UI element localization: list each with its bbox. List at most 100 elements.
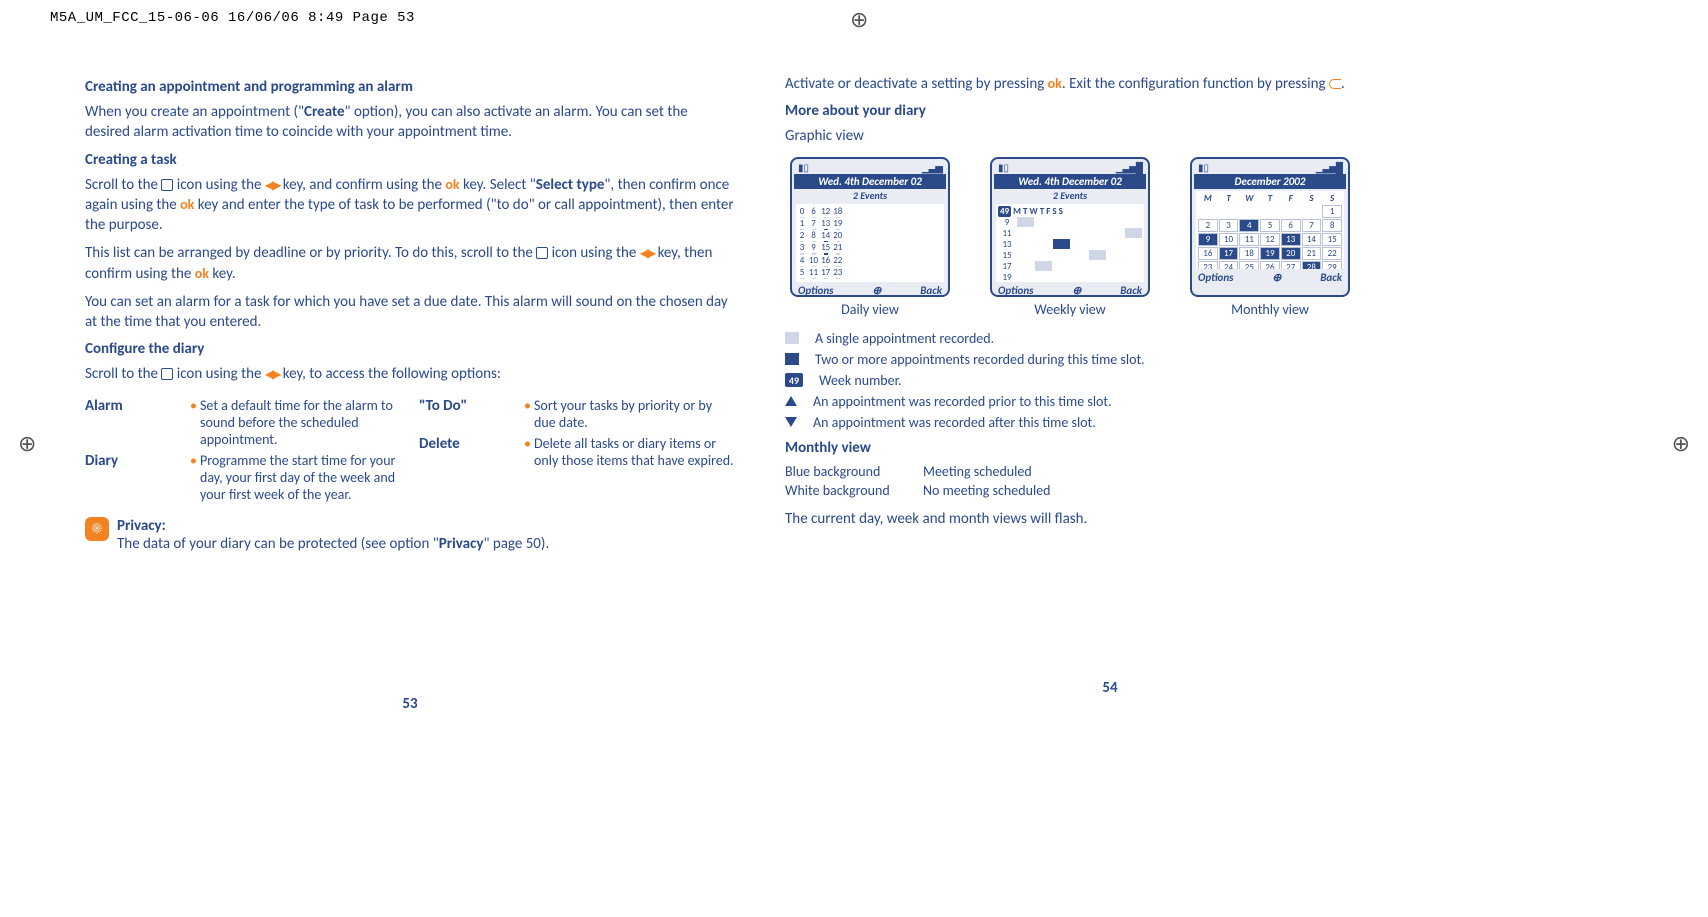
kv-val: Meeting scheduled bbox=[923, 463, 1032, 480]
privacy-tip: ☀ Privacy: The data of your diary can be… bbox=[85, 517, 735, 553]
legend: A single appointment recorded. Two or mo… bbox=[785, 330, 1435, 431]
text-bold: Select type bbox=[536, 176, 605, 194]
screen-title: December 2002 bbox=[1194, 174, 1346, 189]
signal-icon: ▁▃▅█ bbox=[1116, 161, 1142, 174]
option-body: Delete all tasks or diary items or only … bbox=[524, 435, 735, 469]
screen-title: Wed. 4th December 02 bbox=[794, 174, 946, 189]
phone-screenshot: ▮▯▁▃▅█ Wed. 4th December 02 2 Events 49M… bbox=[990, 157, 1150, 297]
nav-icon: ⊕ bbox=[1272, 271, 1281, 284]
legend-text: A single appointment recorded. bbox=[815, 330, 994, 347]
softkey-back: Back bbox=[1320, 271, 1342, 284]
ok-key-icon: ok bbox=[1048, 75, 1062, 92]
heading-creating-task: Creating a task bbox=[85, 151, 735, 169]
softkey-options: Options bbox=[998, 284, 1034, 297]
text: The data of your diary can be protected … bbox=[117, 535, 439, 553]
option-label: Delete bbox=[419, 435, 524, 469]
crop-mark-icon: ⊕ bbox=[1672, 430, 1690, 457]
option-delete: Delete Delete all tasks or diary items o… bbox=[419, 435, 735, 469]
settings-icon bbox=[536, 247, 548, 259]
heading-appointment-alarm: Creating an appointment and programming … bbox=[85, 78, 735, 96]
task-list-icon bbox=[161, 179, 173, 191]
heading-configure-diary: Configure the diary bbox=[85, 340, 735, 358]
text: icon using the bbox=[173, 365, 265, 383]
paragraph: You can set an alarm for a task for whic… bbox=[85, 292, 735, 333]
left-right-keys-icon: ◀▶ bbox=[265, 368, 279, 382]
text: key, to access the following options: bbox=[279, 365, 501, 383]
screen-subtitle: 2 Events bbox=[794, 189, 946, 202]
softkey-back: Back bbox=[1120, 284, 1142, 297]
page-number-right: 54 bbox=[1102, 679, 1117, 697]
text: When you create an appointment (" bbox=[85, 103, 304, 121]
phone-screenshot: ▮▯▁▃▅█ December 2002 MTWTFSS123456789101… bbox=[1190, 157, 1350, 297]
softkey-options: Options bbox=[798, 284, 834, 297]
screen-monthly: ▮▯▁▃▅█ December 2002 MTWTFSS123456789101… bbox=[1185, 157, 1355, 318]
legend-swatch-light-icon bbox=[785, 332, 799, 344]
paragraph: The current day, week and month views wi… bbox=[785, 509, 1435, 529]
page-number-left: 53 bbox=[402, 695, 417, 713]
ok-key-icon: ok bbox=[195, 265, 209, 282]
ok-key-icon: ok bbox=[180, 196, 194, 213]
battery-icon: ▮▯ bbox=[998, 161, 1009, 174]
kv-val: No meeting scheduled bbox=[923, 482, 1051, 499]
text: . Exit the configuration function by pre… bbox=[1062, 75, 1329, 93]
page-left: Creating an appointment and programming … bbox=[85, 70, 735, 553]
legend-text: An appointment was recorded prior to thi… bbox=[813, 393, 1112, 410]
tip-title: Privacy: bbox=[117, 517, 166, 535]
text: " page 50). bbox=[483, 535, 549, 553]
left-right-keys-icon: ◀▶ bbox=[640, 247, 654, 261]
text: Scroll to the bbox=[85, 176, 161, 194]
phone-screenshot: ▮▯▁▃▅ Wed. 4th December 02 2 Events 0123… bbox=[790, 157, 950, 297]
kv-key: Blue background bbox=[785, 463, 905, 480]
crop-mark-icon: ⊕ bbox=[18, 430, 36, 457]
heading-monthly-view: Monthly view bbox=[785, 439, 1435, 457]
week-number-badge: 49 bbox=[998, 206, 1011, 217]
text: key. bbox=[209, 265, 236, 283]
option-label: "To Do" bbox=[419, 397, 524, 431]
text-bold: Create bbox=[304, 103, 345, 121]
text: key. Select " bbox=[460, 176, 536, 194]
legend-text: Two or more appointments recorded during… bbox=[815, 351, 1145, 368]
paragraph: Scroll to the icon using the ◀▶ key, to … bbox=[85, 364, 735, 384]
text-bold: Privacy bbox=[439, 535, 484, 553]
legend-text: Week number. bbox=[819, 372, 902, 389]
text: This list can be arranged by deadline or… bbox=[85, 244, 536, 262]
screen-weekly: ▮▯▁▃▅█ Wed. 4th December 02 2 Events 49M… bbox=[985, 157, 1155, 318]
nav-icon: ⊕ bbox=[1072, 284, 1081, 297]
legend-week-badge-icon: 49 bbox=[785, 373, 803, 387]
legend-triangle-down-icon bbox=[785, 417, 797, 427]
paragraph: Graphic view bbox=[785, 126, 1435, 146]
text: icon using the bbox=[173, 176, 265, 194]
option-body: Programme the start time for your day, y… bbox=[190, 452, 401, 503]
option-label: Diary bbox=[85, 452, 190, 503]
text: . bbox=[1341, 75, 1345, 93]
legend-triangle-up-icon bbox=[785, 396, 797, 406]
signal-icon: ▁▃▅ bbox=[922, 161, 942, 174]
printer-slug: M5A_UM_FCC_15-06-06 16/06/06 8:49 Page 5… bbox=[50, 10, 415, 26]
crop-mark-icon: ⊕ bbox=[850, 6, 868, 33]
softkey-back: Back bbox=[920, 284, 942, 297]
lightbulb-icon: ☀ bbox=[85, 517, 109, 541]
left-right-keys-icon: ◀▶ bbox=[265, 179, 279, 193]
options-columns: Alarm Set a default time for the alarm t… bbox=[85, 393, 735, 507]
screen-daily: ▮▯▁▃▅ Wed. 4th December 02 2 Events 0123… bbox=[785, 157, 955, 318]
option-label: Alarm bbox=[85, 397, 190, 448]
paragraph: When you create an appointment ("Create"… bbox=[85, 102, 735, 143]
paragraph: This list can be arranged by deadline or… bbox=[85, 243, 735, 284]
battery-icon: ▮▯ bbox=[1198, 161, 1209, 174]
screens-row: ▮▯▁▃▅ Wed. 4th December 02 2 Events 0123… bbox=[785, 157, 1435, 318]
ok-key-icon: ok bbox=[445, 176, 459, 193]
softkey-options: Options bbox=[1198, 271, 1234, 284]
kv-row: Blue background Meeting scheduled bbox=[785, 463, 1435, 480]
caption: Monthly view bbox=[1185, 301, 1355, 318]
text: Scroll to the bbox=[85, 365, 161, 383]
paragraph: Scroll to the icon using the ◀▶ key, and… bbox=[85, 175, 735, 236]
paragraph: Activate or deactivate a setting by pres… bbox=[785, 74, 1435, 94]
option-alarm: Alarm Set a default time for the alarm t… bbox=[85, 397, 401, 448]
signal-icon: ▁▃▅█ bbox=[1316, 161, 1342, 174]
text: Activate or deactivate a setting by pres… bbox=[785, 75, 1048, 93]
option-diary: Diary Programme the start time for your … bbox=[85, 452, 401, 503]
screen-subtitle: 2 Events bbox=[994, 189, 1146, 202]
kv-row: White backgroundNo meeting scheduled bbox=[785, 482, 1435, 499]
legend-text: An appointment was recorded after this t… bbox=[813, 414, 1096, 431]
settings-icon bbox=[161, 368, 173, 380]
